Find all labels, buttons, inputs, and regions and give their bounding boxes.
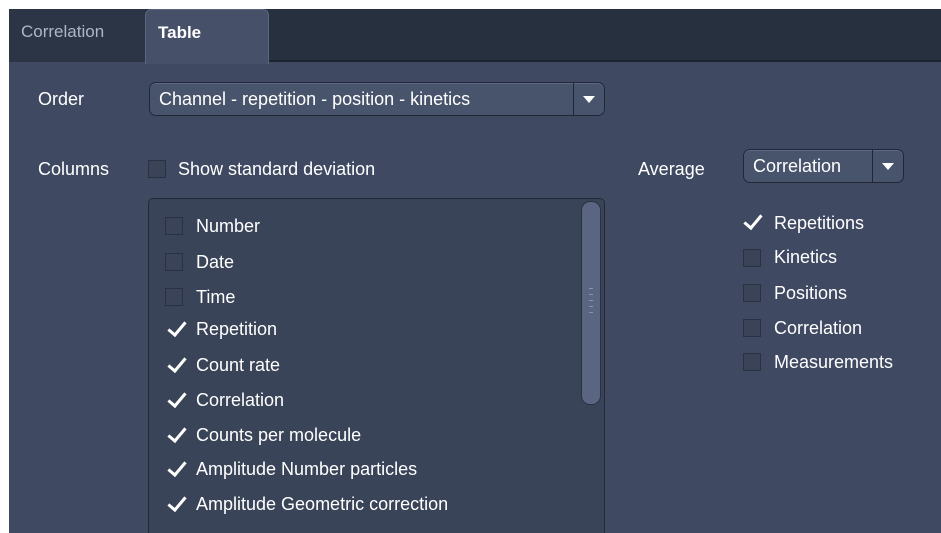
tab-correlation[interactable]: Correlation [9,9,145,62]
columns-label: Columns [38,159,110,179]
avg-correlation-label: Correlation [774,318,863,338]
avg-kinetics-checkbox[interactable] [743,249,761,267]
scrollbar-grip-icon [589,288,593,289]
avg-positions-label: Positions [774,283,848,303]
col-repetition-label: Repetition [196,319,278,339]
col-number-label: Number [196,216,261,236]
col-time-checkbox[interactable] [165,288,183,306]
col-date-checkbox[interactable] [165,253,183,271]
average-dropdown-value: Correlation [753,156,842,176]
show-std-label: Show standard deviation [178,159,376,179]
order-label: Order [38,89,85,109]
chevron-down-icon[interactable] [872,150,903,182]
average-label: Average [638,159,705,179]
col-date-label: Date [196,252,235,272]
scrollbar-grip-icon [589,306,593,307]
col-amp-number-particles-checkbox[interactable] [167,460,185,478]
show-std-checkbox[interactable] [148,160,166,178]
col-count-rate-checkbox[interactable] [167,356,185,374]
average-dropdown[interactable]: Correlation [743,149,904,183]
fcs-table-panel: Correlation Table Order Channel - repeti… [9,9,941,533]
avg-measurements-checkbox[interactable] [743,353,761,371]
col-number-checkbox[interactable] [165,217,183,235]
columns-list-scrollbar[interactable] [581,201,601,405]
col-repetition-checkbox[interactable] [167,320,185,338]
scrollbar-grip-icon [589,294,593,295]
col-correlation-checkbox[interactable] [167,391,185,409]
avg-repetitions-label: Repetitions [774,213,865,233]
col-time-label: Time [196,287,236,307]
col-amp-geometric-correction-label: Amplitude Geometric correction [196,494,449,514]
tab-table[interactable]: Table [145,9,269,64]
scrollbar-grip-icon [589,300,593,301]
avg-correlation-checkbox[interactable] [743,319,761,337]
col-counts-per-molecule-label: Counts per molecule [196,425,362,445]
order-dropdown[interactable]: Channel - repetition - position - kineti… [149,82,605,116]
col-amp-geometric-correction-checkbox[interactable] [167,495,185,513]
order-dropdown-value: Channel - repetition - position - kineti… [159,89,471,109]
col-amp-number-particles-label: Amplitude Number particles [196,459,418,479]
avg-measurements-label: Measurements [774,352,894,372]
scrollbar-grip-icon [589,312,593,313]
avg-kinetics-label: Kinetics [774,247,838,267]
avg-repetitions-checkbox[interactable] [743,213,761,231]
col-count-rate-label: Count rate [196,355,281,375]
avg-positions-checkbox[interactable] [743,284,761,302]
col-correlation-label: Correlation [196,390,285,410]
tab-bar: Correlation Table [9,9,941,64]
col-counts-per-molecule-checkbox[interactable] [167,426,185,444]
chevron-down-icon[interactable] [573,83,604,115]
